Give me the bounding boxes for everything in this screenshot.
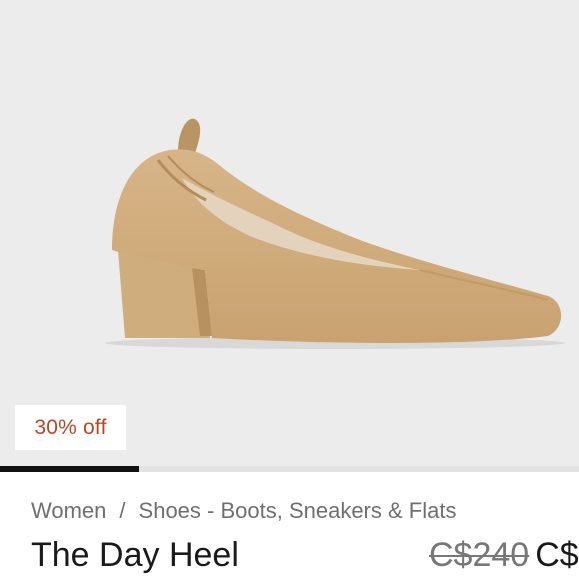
breadcrumb-link-shoes[interactable]: Shoes - Boots, Sneakers & Flats bbox=[139, 498, 457, 523]
breadcrumb-link-women[interactable]: Women bbox=[31, 498, 106, 523]
discount-badge: 30% off bbox=[15, 405, 126, 450]
heel-shoe-icon bbox=[105, 118, 565, 349]
gallery-progress-fill bbox=[0, 466, 139, 472]
product-image[interactable]: 30% off bbox=[0, 0, 579, 472]
gallery-progress-bar bbox=[0, 466, 579, 472]
breadcrumb: Women / Shoes - Boots, Sneakers & Flats bbox=[31, 498, 456, 524]
product-title: The Day Heel bbox=[31, 536, 239, 574]
price: C$240 C$ bbox=[429, 536, 579, 575]
original-price: C$240 bbox=[429, 536, 530, 574]
breadcrumb-separator: / bbox=[119, 498, 126, 523]
product-title-row: The Day Heel C$240 C$ bbox=[31, 536, 579, 580]
sale-price: C$ bbox=[535, 536, 579, 574]
